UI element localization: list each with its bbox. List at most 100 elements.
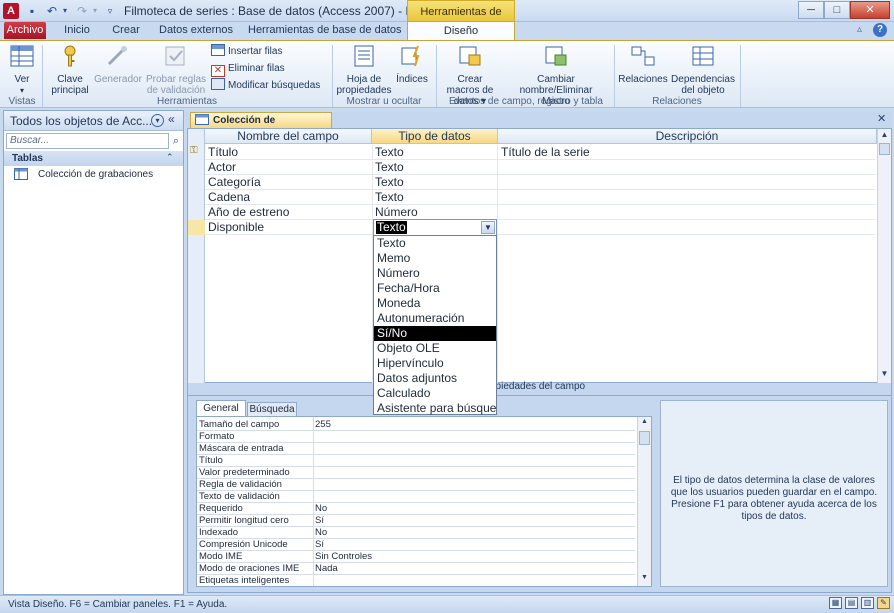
insertar-filas-button[interactable]: Insertar filas bbox=[211, 43, 282, 60]
property-row[interactable]: Compresión Unicode Sí bbox=[197, 539, 635, 551]
tab-general[interactable]: General bbox=[196, 400, 246, 416]
property-value[interactable]: Sí bbox=[315, 515, 633, 526]
field-type-cell[interactable]: Número bbox=[373, 205, 418, 220]
shutter-bar-icon[interactable]: « bbox=[168, 112, 175, 126]
dropdown-option[interactable]: Texto bbox=[374, 236, 496, 251]
field-name-cell[interactable]: Año de estreno bbox=[206, 205, 289, 220]
property-value[interactable]: No bbox=[315, 527, 633, 538]
search-icon[interactable]: ⌕ bbox=[170, 133, 182, 149]
scroll-thumb[interactable] bbox=[639, 431, 650, 445]
dropdown-option[interactable]: Calculado bbox=[374, 386, 496, 401]
eliminar-filas-button[interactable]: ✕ Eliminar filas bbox=[211, 60, 285, 77]
property-row[interactable]: Etiquetas inteligentes bbox=[197, 575, 635, 586]
data-type-combo[interactable]: Texto ▼ bbox=[373, 219, 497, 236]
field-type-cell[interactable]: Texto bbox=[373, 175, 404, 190]
scroll-up-icon[interactable]: ▲ bbox=[879, 130, 890, 141]
close-document-icon[interactable]: ✕ bbox=[877, 112, 886, 125]
indices-button[interactable]: Índices bbox=[394, 44, 430, 85]
collapse-group-icon[interactable]: ⌃ bbox=[166, 152, 174, 163]
property-value[interactable]: 255 bbox=[315, 419, 633, 430]
help-icon[interactable]: ? bbox=[873, 23, 887, 37]
hoja-propiedades-button[interactable]: Hoja de propiedades bbox=[336, 44, 392, 96]
ver-button[interactable]: Ver ▾ bbox=[4, 44, 40, 96]
relaciones-button[interactable]: Relaciones bbox=[618, 44, 668, 85]
dropdown-option[interactable]: Autonumeración bbox=[374, 311, 496, 326]
dropdown-option[interactable]: Fecha/Hora bbox=[374, 281, 496, 296]
dropdown-option[interactable]: Memo bbox=[374, 251, 496, 266]
dropdown-option[interactable]: Asistente para búsque bbox=[374, 401, 496, 416]
datasheet-view-icon[interactable]: ▦ bbox=[829, 597, 842, 609]
tab-datos-externos[interactable]: Datos externos bbox=[156, 22, 236, 39]
header-nombre-campo[interactable]: Nombre del campo bbox=[205, 129, 372, 144]
scroll-up-icon[interactable]: ▲ bbox=[639, 418, 650, 428]
field-name-cell[interactable]: Título bbox=[206, 145, 238, 160]
dropdown-option[interactable]: Moneda bbox=[374, 296, 496, 311]
header-tipo-datos[interactable]: Tipo de datos bbox=[372, 129, 498, 144]
property-value[interactable]: Nada bbox=[315, 563, 633, 574]
property-value[interactable]: No bbox=[315, 503, 633, 514]
combo-dropdown-icon[interactable]: ▼ bbox=[481, 221, 495, 234]
redo-icon[interactable]: ↷ bbox=[74, 3, 90, 19]
scroll-down-icon[interactable]: ▼ bbox=[639, 574, 650, 584]
tab-inicio[interactable]: Inicio bbox=[58, 22, 96, 39]
property-value[interactable]: Sin Controles bbox=[315, 551, 633, 562]
property-row[interactable]: Máscara de entrada bbox=[197, 443, 635, 455]
scroll-down-icon[interactable]: ▼ bbox=[879, 369, 890, 380]
nav-search-input[interactable]: Buscar... bbox=[6, 133, 169, 149]
modificar-busquedas-button[interactable]: Modificar búsquedas bbox=[211, 77, 320, 94]
property-row[interactable]: Formato bbox=[197, 431, 635, 443]
dropdown-option[interactable]: Número bbox=[374, 266, 496, 281]
property-row[interactable]: Requerido No bbox=[197, 503, 635, 515]
header-descripcion[interactable]: Descripción bbox=[498, 129, 877, 144]
tab-busqueda[interactable]: Búsqueda bbox=[247, 402, 297, 416]
property-row[interactable]: Indexado No bbox=[197, 527, 635, 539]
property-row[interactable]: Modo IME Sin Controles bbox=[197, 551, 635, 563]
property-row[interactable]: Regla de validación bbox=[197, 479, 635, 491]
nav-item-coleccion[interactable]: Colección de grabaciones bbox=[4, 167, 183, 182]
redo-dropdown-icon[interactable]: ▾ bbox=[90, 3, 100, 19]
property-row[interactable]: Valor predeterminado bbox=[197, 467, 635, 479]
dropdown-option[interactable]: Datos adjuntos bbox=[374, 371, 496, 386]
undo-icon[interactable]: ↶ bbox=[44, 3, 60, 19]
tab-archivo[interactable]: Archivo bbox=[4, 22, 46, 39]
customize-qat-icon[interactable]: ▿ bbox=[104, 3, 116, 19]
tab-diseno[interactable]: Diseño bbox=[407, 21, 515, 40]
properties-scrollbar[interactable]: ▲ ▼ bbox=[637, 417, 651, 586]
field-name-cell[interactable]: Actor bbox=[206, 160, 236, 175]
dependencias-objeto-button[interactable]: Dependencias del objeto bbox=[670, 44, 736, 96]
close-button[interactable]: ✕ bbox=[850, 1, 890, 19]
tab-herramientas-bd[interactable]: Herramientas de base de datos bbox=[248, 22, 401, 39]
pivottable-view-icon[interactable]: ▤ bbox=[845, 597, 858, 609]
property-row[interactable]: Permitir longitud cero Sí bbox=[197, 515, 635, 527]
pivotchart-view-icon[interactable]: ▥ bbox=[861, 597, 874, 609]
design-view-status-icon[interactable]: ✎ bbox=[877, 597, 890, 609]
generador-button[interactable]: Generador bbox=[94, 44, 142, 85]
scroll-thumb[interactable] bbox=[879, 143, 890, 155]
minimize-button[interactable]: ─ bbox=[798, 1, 824, 19]
field-type-cell[interactable]: Texto bbox=[373, 160, 404, 175]
minimize-ribbon-icon[interactable]: ▵ bbox=[857, 24, 862, 35]
dropdown-option[interactable]: Objeto OLE bbox=[374, 341, 496, 356]
probar-reglas-button[interactable]: Probar reglas de validación bbox=[144, 44, 208, 96]
property-row[interactable]: Modo de oraciones IME Nada bbox=[197, 563, 635, 575]
document-tab[interactable]: Colección de grabaciones bbox=[190, 112, 332, 141]
maximize-button[interactable]: □ bbox=[824, 1, 850, 19]
property-row[interactable]: Título bbox=[197, 455, 635, 467]
field-name-cell[interactable]: Disponible bbox=[206, 220, 264, 235]
field-type-cell[interactable]: Texto bbox=[373, 190, 404, 205]
grid-vertical-scrollbar[interactable]: ▲ ▼ bbox=[877, 129, 891, 383]
save-icon[interactable]: ▪ bbox=[24, 3, 40, 19]
nav-menu-icon[interactable]: ▾ bbox=[151, 114, 164, 127]
field-name-cell[interactable]: Cadena bbox=[206, 190, 250, 205]
field-type-cell[interactable]: Texto bbox=[373, 145, 404, 160]
property-value[interactable]: Sí bbox=[315, 539, 633, 550]
dropdown-option-highlighted[interactable]: Sí/No bbox=[374, 326, 496, 341]
undo-dropdown-icon[interactable]: ▾ bbox=[60, 3, 70, 19]
access-app-icon[interactable]: A bbox=[3, 3, 19, 19]
property-row[interactable]: Texto de validación bbox=[197, 491, 635, 503]
dropdown-option[interactable]: Hipervínculo bbox=[374, 356, 496, 371]
field-name-cell[interactable]: Categoría bbox=[206, 175, 261, 190]
nav-group-tablas[interactable]: Tablas bbox=[4, 151, 183, 166]
field-description-cell[interactable]: Título de la serie bbox=[499, 145, 590, 160]
current-row-selector[interactable] bbox=[188, 220, 205, 235]
